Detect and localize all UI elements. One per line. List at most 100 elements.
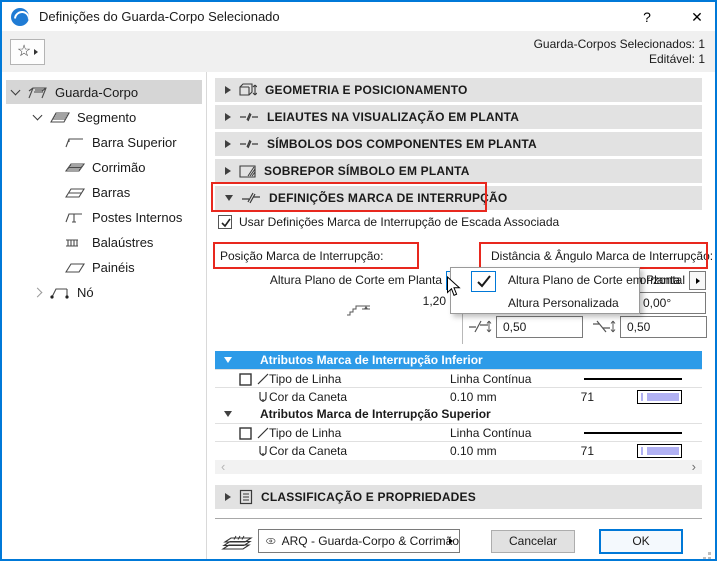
height-mode-label: Altura Plano de Corte em Planta — [242, 273, 442, 287]
tree-item-label: Painéis — [92, 260, 135, 275]
ok-button[interactable]: OK — [599, 529, 683, 554]
line-sample[interactable] — [584, 378, 682, 380]
section-definicoes-marca[interactable]: DEFINIÇÕES MARCA DE INTERRUPÇÃO — [215, 186, 702, 210]
layer-value: ARQ - Guarda-Corpo & Corrimão — [282, 534, 459, 548]
row-value: Linha Contínua — [450, 372, 531, 386]
tree-item-balaustres[interactable]: Balaústres — [6, 230, 202, 254]
use-assoc-checkbox[interactable] — [218, 215, 232, 229]
favorites-toolbar: ☆ Guarda-Corpos Selecionados: 1 Editável… — [2, 31, 715, 72]
title-bar: Definições do Guarda-Corpo Selecionado ?… — [2, 2, 715, 31]
line-type-checkbox-icon — [239, 427, 252, 440]
row-label: Cor da Caneta — [269, 444, 347, 458]
dropdown-item-plano-corte[interactable]: Altura Plano de Corte em Planta — [451, 269, 639, 291]
favorites-button[interactable]: ☆ — [10, 39, 45, 65]
handrail-icon — [64, 160, 86, 174]
element-tree: Guarda-Corpo Segmento Barra Superior Cor… — [2, 72, 207, 561]
chevron-down-icon — [224, 411, 232, 417]
use-assoc-label: Usar Definições Marca de Interrupção de … — [239, 215, 559, 229]
editable-count: Editável: 1 — [534, 52, 705, 67]
pen-icon — [256, 444, 270, 458]
layer-selector[interactable]: ARQ - Guarda-Corpo & Corrimão — [258, 529, 460, 553]
table-row-tipo-linha[interactable]: Tipo de Linha Linha Contínua — [215, 369, 702, 387]
attr-group-inferior-header[interactable]: Atributos Marca de Interrupção Inferior — [215, 351, 702, 369]
row-label: Tipo de Linha — [269, 372, 341, 386]
attr-group-title: Atributos Marca de Interrupção Superior — [260, 407, 491, 421]
component-symbols-icon — [239, 138, 259, 150]
distance1-field[interactable]: 0,50 — [496, 316, 583, 338]
section-leiautes[interactable]: LEIAUTES NA VISUALIZAÇÃO EM PLANTA — [215, 105, 702, 129]
section-simbolos[interactable]: SÍMBOLOS DOS COMPONENTES EM PLANTA — [215, 132, 702, 156]
line-sample[interactable] — [584, 432, 682, 434]
chevron-down-icon — [224, 357, 232, 363]
section-classificacao[interactable]: CLASSIFICAÇÃO E PROPRIEDADES — [215, 485, 702, 509]
break-mark-icon — [241, 192, 261, 204]
dropdown-item-personalizada[interactable]: Altura Personalizada — [451, 292, 639, 314]
line-icon — [256, 426, 270, 440]
help-button[interactable]: ? — [632, 7, 662, 27]
tree-item-guarda-corpo[interactable]: Guarda-Corpo — [6, 80, 202, 104]
table-horizontal-scrollbar[interactable]: ‹ › — [215, 460, 702, 474]
chevron-right-icon — [225, 86, 231, 94]
break-distance-icon — [468, 319, 492, 335]
height-mode-dropdown: Altura Plano de Corte em Planta Altura P… — [450, 267, 640, 314]
panels-icon — [64, 260, 86, 274]
position-group-label: Posição Marca de Interrupção: — [220, 245, 383, 267]
row-label: Tipo de Linha — [269, 426, 341, 440]
check-icon — [220, 217, 232, 229]
tree-item-paineis[interactable]: Painéis — [6, 255, 202, 279]
table-row-cor-caneta[interactable]: Cor da Caneta 0.10 mm 71 — [215, 387, 702, 405]
railing-settings-dialog: Definições do Guarda-Corpo Selecionado ?… — [0, 0, 717, 561]
chevron-down-icon[interactable] — [33, 111, 43, 121]
table-row-cor-caneta[interactable]: Cor da Caneta 0.10 mm 71 — [215, 441, 702, 459]
break-angle-icon — [592, 319, 616, 335]
use-assoc-row: Usar Definições Marca de Interrupção de … — [218, 215, 559, 229]
scroll-right-icon[interactable]: › — [692, 459, 696, 474]
tree-item-barras[interactable]: Barras — [6, 180, 202, 204]
close-button[interactable]: ✕ — [682, 7, 712, 27]
chevron-right-icon[interactable] — [33, 287, 43, 297]
cancel-button[interactable]: Cancelar — [491, 530, 575, 553]
scroll-left-icon[interactable]: ‹ — [221, 459, 225, 474]
table-row-tipo-linha[interactable]: Tipo de Linha Linha Contínua — [215, 423, 702, 441]
section-label: GEOMETRIA E POSICIONAMENTO — [265, 83, 468, 97]
tree-item-segmento[interactable]: Segmento — [6, 105, 202, 129]
chevron-right-icon — [225, 113, 231, 121]
section-sobrepor[interactable]: SOBREPOR SÍMBOLO EM PLANTA — [215, 159, 702, 183]
section-label: DEFINIÇÕES MARCA DE INTERRUPÇÃO — [269, 191, 507, 205]
top-rail-icon — [64, 135, 86, 149]
attr-group-superior-header[interactable]: Atributos Marca de Interrupção Superior — [215, 405, 702, 423]
resize-grip[interactable] — [708, 552, 711, 555]
attr-group-title: Atributos Marca de Interrupção Inferior — [260, 353, 483, 367]
dropdown-item-label: Altura Personalizada — [508, 292, 619, 314]
plan-break-icon — [239, 111, 259, 123]
pen-color-swatch[interactable] — [637, 444, 682, 458]
segment-icon — [49, 110, 71, 124]
tree-item-postes-internos[interactable]: Postes Internos — [6, 205, 202, 229]
flyout-arrow-icon — [696, 278, 700, 284]
chevron-down-icon[interactable] — [11, 86, 21, 96]
geometry-icon — [239, 83, 257, 98]
tree-item-no[interactable]: Nó — [6, 280, 202, 304]
height-value[interactable]: 1,20 — [382, 294, 446, 308]
chevron-down-icon — [225, 195, 233, 201]
tree-item-barra-superior[interactable]: Barra Superior — [6, 130, 202, 154]
line-type-checkbox-icon — [239, 373, 252, 386]
stair-level-icon — [346, 301, 372, 317]
section-label: CLASSIFICAÇÃO E PROPRIEDADES — [261, 490, 476, 504]
row-label: Cor da Caneta — [269, 390, 347, 404]
angle-mode-flyout-button[interactable] — [689, 271, 706, 290]
distance2-field[interactable]: 0,50 — [620, 316, 707, 338]
classification-icon — [239, 489, 253, 505]
row-value: 0.10 mm — [450, 390, 497, 404]
node-icon — [49, 285, 71, 299]
rails-icon — [64, 185, 86, 199]
check-icon — [476, 275, 492, 289]
tree-item-corrimao[interactable]: Corrimão — [6, 155, 202, 179]
flyout-arrow-icon — [34, 49, 38, 55]
tree-item-label: Corrimão — [92, 160, 145, 175]
selection-count: Guarda-Corpos Selecionados: 1 — [534, 37, 705, 52]
tree-item-label: Barra Superior — [92, 135, 177, 150]
flyout-arrow-icon — [449, 538, 453, 544]
pen-color-swatch[interactable] — [637, 390, 682, 404]
section-geometria[interactable]: GEOMETRIA E POSICIONAMENTO — [215, 78, 702, 102]
